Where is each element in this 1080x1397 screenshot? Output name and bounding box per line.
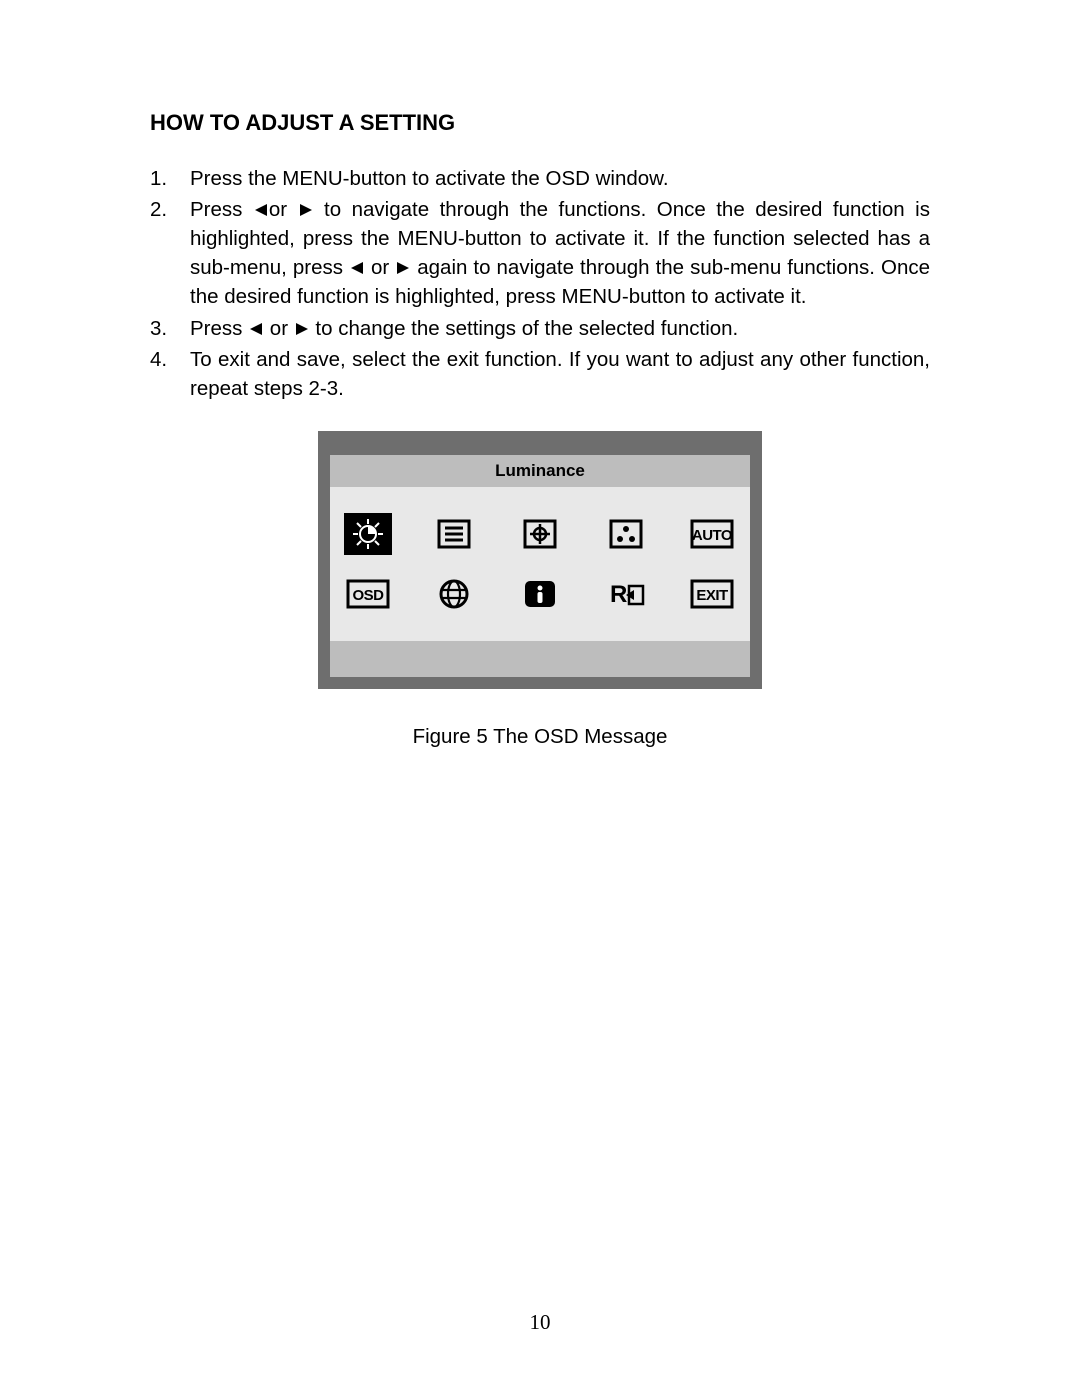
auto-icon[interactable]: AUTO xyxy=(688,513,736,555)
osd-icon-grid: AUTO OSD xyxy=(330,487,750,641)
information-icon[interactable] xyxy=(516,573,564,615)
text-segment: to change the settings of the selected f… xyxy=(310,317,739,340)
text-segment: Press xyxy=(190,198,253,221)
step-text: Press the MENU-button to activate the OS… xyxy=(190,164,930,193)
left-arrow-icon xyxy=(349,261,365,275)
osd-setup-icon[interactable]: OSD xyxy=(344,573,392,615)
step-text: Press or to change the settings of the s… xyxy=(190,314,930,343)
text-segment: or xyxy=(365,256,395,279)
step-3: 3. Press or to change the settings of th… xyxy=(150,314,930,343)
text-segment: or xyxy=(264,317,294,340)
auto-label: AUTO xyxy=(692,527,733,544)
osd-label: OSD xyxy=(352,587,384,604)
text-segment: Press xyxy=(190,317,248,340)
left-arrow-icon xyxy=(248,322,264,336)
osd-row-top: AUTO xyxy=(344,513,736,555)
exit-icon[interactable]: EXIT xyxy=(688,573,736,615)
text-segment: or xyxy=(269,198,298,221)
language-icon[interactable] xyxy=(430,573,478,615)
reset-icon[interactable]: R xyxy=(602,573,650,615)
osd-footer-bar xyxy=(330,641,750,677)
right-arrow-icon xyxy=(395,261,411,275)
step-number: 3. xyxy=(150,314,190,343)
position-icon[interactable] xyxy=(516,513,564,555)
osd-window: Luminance xyxy=(318,431,762,689)
osd-row-bottom: OSD xyxy=(344,573,736,615)
svg-text:R: R xyxy=(610,581,627,608)
step-text: Press or to navigate through the functio… xyxy=(190,195,930,311)
osd-header: Luminance xyxy=(330,455,750,487)
exit-label: EXIT xyxy=(696,587,728,604)
step-2: 2. Press or to navigate through the func… xyxy=(150,195,930,311)
instruction-list: 1. Press the MENU-button to activate the… xyxy=(150,164,930,403)
step-number: 2. xyxy=(150,195,190,311)
color-temp-icon[interactable] xyxy=(602,513,650,555)
figure-caption: Figure 5 The OSD Message xyxy=(150,725,930,749)
section-title: HOW TO ADJUST A SETTING xyxy=(150,110,930,136)
step-1: 1. Press the MENU-button to activate the… xyxy=(150,164,930,193)
step-4: 4. To exit and save, select the exit fun… xyxy=(150,345,930,403)
document-page: HOW TO ADJUST A SETTING 1. Press the MEN… xyxy=(0,0,1080,749)
step-number: 4. xyxy=(150,345,190,403)
step-text: To exit and save, select the exit functi… xyxy=(190,345,930,403)
page-number: 10 xyxy=(0,1310,1080,1335)
right-arrow-icon xyxy=(298,203,314,217)
left-arrow-icon xyxy=(253,203,269,217)
image-setup-icon[interactable] xyxy=(430,513,478,555)
right-arrow-icon xyxy=(294,322,310,336)
step-number: 1. xyxy=(150,164,190,193)
luminance-icon[interactable] xyxy=(344,513,392,555)
